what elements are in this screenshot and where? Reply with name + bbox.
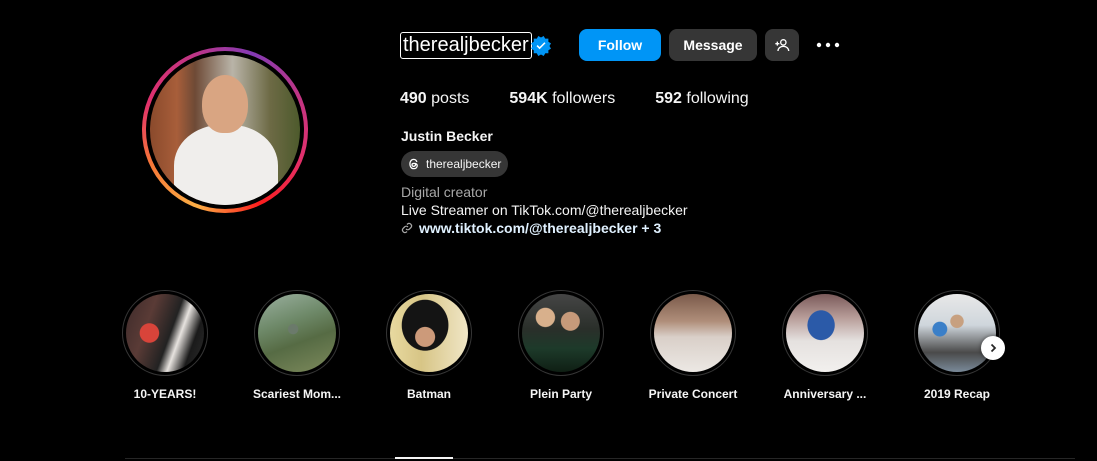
story-highlights: 10-YEARS! Scariest Mom... Batman Plein P… — [118, 290, 1018, 410]
profile-bio: Live Streamer on TikTok.com/@therealjbec… — [401, 202, 688, 218]
followers-count: 594K — [509, 90, 548, 107]
tabs-divider — [125, 458, 1075, 459]
followers-label: followers — [552, 90, 616, 107]
highlight-item[interactable]: 10-YEARS! — [110, 290, 220, 401]
profile-link-text: www.tiktok.com/@therealjbecker + 3 — [419, 220, 662, 236]
highlight-ring — [914, 290, 1000, 376]
highlight-cover — [522, 294, 600, 372]
person-add-icon — [775, 39, 790, 52]
highlight-cover — [654, 294, 732, 372]
highlight-item[interactable]: Plein Party — [506, 290, 616, 401]
highlight-label: 10-YEARS! — [133, 387, 197, 401]
profile-full-name: Justin Becker — [401, 128, 493, 144]
highlight-cover — [786, 294, 864, 372]
posts-stat: 490 posts — [400, 90, 469, 108]
message-button[interactable]: Message — [669, 29, 757, 61]
highlight-ring — [254, 290, 340, 376]
active-tab-indicator — [395, 457, 453, 459]
avatar-figure-body — [174, 125, 278, 205]
highlights-next-button[interactable] — [981, 336, 1005, 360]
suggested-users-button[interactable] — [765, 29, 799, 61]
followers-stat[interactable]: 594K followers — [509, 90, 615, 108]
avatar-photo — [150, 55, 300, 205]
highlight-label: Anniversary ... — [783, 387, 867, 401]
avatar-border — [146, 51, 304, 209]
highlight-item[interactable]: Anniversary ... — [770, 290, 880, 401]
profile-link[interactable]: www.tiktok.com/@therealjbecker + 3 — [401, 220, 661, 236]
more-options-button[interactable] — [812, 33, 844, 57]
chevron-right-icon — [990, 343, 997, 353]
following-stat[interactable]: 592 following — [655, 90, 748, 108]
highlight-label: 2019 Recap — [923, 387, 991, 401]
profile-username[interactable]: therealjbecker — [400, 32, 532, 59]
highlight-cover — [390, 294, 468, 372]
highlight-ring — [518, 290, 604, 376]
following-count: 592 — [655, 90, 682, 107]
highlight-label: Plein Party — [529, 387, 593, 401]
highlight-ring — [122, 290, 208, 376]
highlight-ring — [386, 290, 472, 376]
highlight-item[interactable]: Batman — [374, 290, 484, 401]
profile-category: Digital creator — [401, 184, 488, 200]
highlight-cover — [258, 294, 336, 372]
highlight-label: Scariest Mom... — [252, 387, 342, 401]
highlight-ring — [650, 290, 736, 376]
highlight-label: Batman — [406, 387, 451, 401]
highlight-item[interactable]: Private Concert — [638, 290, 748, 401]
profile-stats: 490 posts 594K followers 592 following — [400, 90, 789, 108]
posts-count: 490 — [400, 90, 427, 107]
threads-icon — [409, 158, 418, 170]
following-label: following — [686, 90, 749, 107]
profile-avatar[interactable] — [142, 47, 308, 213]
more-horizontal-icon — [816, 42, 840, 48]
verified-badge-icon — [531, 36, 551, 56]
highlight-label: Private Concert — [648, 387, 738, 401]
highlight-cover — [918, 294, 996, 372]
posts-label: posts — [431, 90, 470, 107]
threads-handle: therealjbecker — [426, 157, 502, 171]
link-icon — [401, 222, 413, 234]
avatar-figure-head — [202, 75, 248, 133]
highlight-item[interactable]: Scariest Mom... — [242, 290, 352, 401]
highlight-cover — [126, 294, 204, 372]
follow-button[interactable]: Follow — [579, 29, 661, 61]
threads-badge[interactable]: therealjbecker — [401, 151, 509, 177]
highlight-ring — [782, 290, 868, 376]
